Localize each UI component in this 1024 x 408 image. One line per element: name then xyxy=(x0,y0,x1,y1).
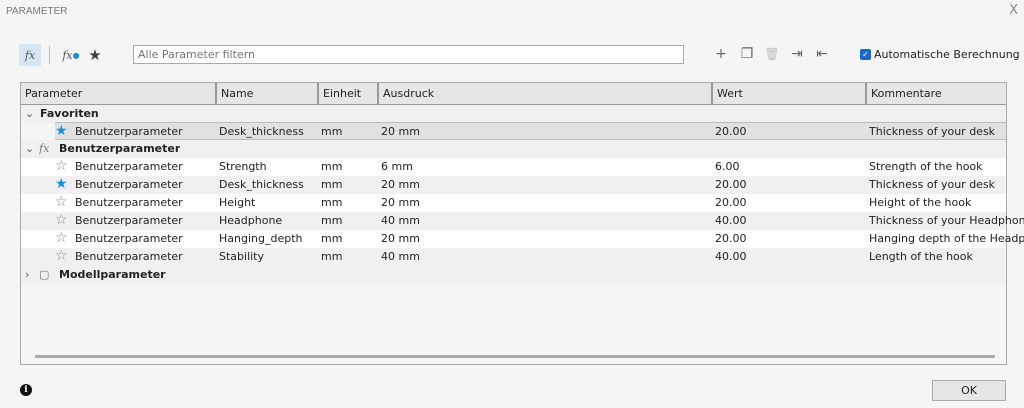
chevron-right-icon[interactable]: › xyxy=(25,266,29,284)
star-filled-icon[interactable]: ★ xyxy=(55,176,68,194)
cell-type: Benutzerparameter xyxy=(75,125,183,138)
cell-unit: mm xyxy=(321,160,343,173)
cell-comment: Length of the hook xyxy=(869,250,973,263)
cell-name: Hanging_depth xyxy=(219,232,303,245)
cell-comment: Thickness of your Headphone xyxy=(869,214,1024,227)
toolbar-divider xyxy=(49,46,50,64)
cell-expression[interactable]: 20 mm xyxy=(381,123,420,141)
cell-type: Benutzerparameter xyxy=(75,178,183,191)
table-row[interactable]: ☆ Benutzerparameter Hanging_depth mm 20 mm 20… xyxy=(21,230,1024,248)
star-outline-icon[interactable]: ☆ xyxy=(55,230,68,248)
star-outline-icon[interactable]: ☆ xyxy=(55,212,68,230)
cell-name: Headphone xyxy=(219,214,283,227)
cell-type: Benutzerparameter xyxy=(75,196,183,209)
group-model-parameters[interactable]: › ▢ Modellparameter xyxy=(21,266,1006,284)
parameter-table: Parameter Name Einheit Ausdruck Wert Kom… xyxy=(20,82,1024,365)
info-icon[interactable]: i xyxy=(20,384,32,396)
star-outline-icon[interactable]: ☆ xyxy=(55,194,68,212)
table-row[interactable]: ★ Benutzerparameter Desk_thickness mm 20 mm 2… xyxy=(21,176,1006,194)
model-cube-icon: ▢ xyxy=(39,268,50,281)
cell-value: 40.00 xyxy=(715,214,747,227)
group-label: Favoriten xyxy=(40,107,99,120)
user-parameters-filter-button[interactable]: fx ● xyxy=(60,44,82,66)
fx-all-parameters-button[interactable]: fx xyxy=(19,44,41,66)
cell-name: Strength xyxy=(219,160,267,173)
cell-unit: mm xyxy=(321,196,343,209)
fx-icon: fx xyxy=(39,142,50,155)
cell-type: Benutzerparameter xyxy=(75,250,183,263)
column-header-value[interactable]: Wert xyxy=(713,83,867,105)
cell-expression[interactable]: 40 mm xyxy=(381,212,420,230)
cell-value: 20.00 xyxy=(715,178,747,191)
cell-name: Desk_thickness xyxy=(219,178,304,191)
delete-icon[interactable]: 🗑 xyxy=(763,45,781,63)
fx-user-icon: fx xyxy=(62,48,73,62)
group-user-parameters[interactable]: ⌄ fx Benutzerparameter xyxy=(21,140,1006,158)
cell-comment: Thickness of your desk xyxy=(869,178,996,191)
cell-comment: Height of the hook xyxy=(869,196,972,209)
import-icon[interactable]: ⇥ xyxy=(788,45,806,63)
cell-name: Stability xyxy=(219,250,265,263)
star-outline-icon[interactable]: ☆ xyxy=(55,158,68,176)
cell-name: Desk_thickness xyxy=(219,125,304,138)
checkmark-icon: ✓ xyxy=(860,49,871,60)
cell-expression[interactable]: 20 mm xyxy=(381,194,420,212)
table-row[interactable]: ★ Benutzerparameter Desk_thickness mm 20 mm 2… xyxy=(55,122,1006,140)
table-header: Parameter Name Einheit Ausdruck Wert Kom… xyxy=(21,83,1006,105)
cell-unit: mm xyxy=(321,232,343,245)
column-header-parameter[interactable]: Parameter xyxy=(21,83,217,105)
window-title: PARAMETER xyxy=(6,6,68,17)
cell-unit: mm xyxy=(321,178,343,191)
filter-input[interactable] xyxy=(133,45,684,64)
add-icon[interactable]: + xyxy=(712,45,730,63)
group-label: Modellparameter xyxy=(59,268,166,281)
chevron-down-icon[interactable]: ⌄ xyxy=(25,105,34,123)
chevron-down-icon[interactable]: ⌄ xyxy=(25,140,34,158)
ok-button[interactable]: OK xyxy=(932,380,1006,401)
export-icon[interactable]: ⇤ xyxy=(813,45,831,63)
cell-name: Height xyxy=(219,196,256,209)
cell-expression[interactable]: 20 mm xyxy=(381,230,420,248)
star-outline-icon[interactable]: ☆ xyxy=(55,248,68,266)
column-header-name[interactable]: Name xyxy=(217,83,319,105)
cell-unit: mm xyxy=(321,125,343,138)
cell-unit: mm xyxy=(321,250,343,263)
cell-comment: Thickness of your desk xyxy=(869,125,996,138)
cell-value: 20.00 xyxy=(715,196,747,209)
group-favorites[interactable]: ⌄ Favoriten xyxy=(21,105,1006,123)
copy-icon[interactable]: ❐ xyxy=(738,45,756,63)
cell-expression[interactable]: 20 mm xyxy=(381,176,420,194)
favorites-filter-button[interactable]: ★ xyxy=(85,44,105,66)
column-header-comments[interactable]: Kommentare xyxy=(867,83,1006,105)
table-row[interactable]: ☆ Benutzerparameter Headphone mm 40 mm 40.00 T… xyxy=(21,212,1024,230)
cell-expression[interactable]: 6 mm xyxy=(381,158,413,176)
cell-type: Benutzerparameter xyxy=(75,160,183,173)
close-icon[interactable]: X xyxy=(1009,3,1018,18)
cell-type: Benutzerparameter xyxy=(75,232,183,245)
cell-type: Benutzerparameter xyxy=(75,214,183,227)
cell-value: 40.00 xyxy=(715,250,747,263)
cell-comment: Hanging depth of the Headphone xyxy=(869,232,1024,245)
auto-calc-checkbox[interactable]: ✓ Automatische Berechnung xyxy=(860,48,1020,61)
column-header-expression[interactable]: Ausdruck xyxy=(379,83,713,105)
horizontal-scrollbar[interactable] xyxy=(35,355,995,358)
group-label: Benutzerparameter xyxy=(59,142,181,155)
table-row[interactable]: ☆ Benutzerparameter Stability mm 40 mm 40.00 L… xyxy=(21,248,1006,266)
auto-calc-label: Automatische Berechnung xyxy=(874,48,1020,61)
cell-expression[interactable]: 40 mm xyxy=(381,248,420,266)
cell-value: 6.00 xyxy=(715,160,740,173)
cell-value: 20.00 xyxy=(715,125,747,138)
column-header-unit[interactable]: Einheit xyxy=(319,83,379,105)
cell-comment: Strength of the hook xyxy=(869,160,983,173)
table-row[interactable]: ☆ Benutzerparameter Strength mm 6 mm 6.00 Stre… xyxy=(21,158,1006,176)
cell-unit: mm xyxy=(321,214,343,227)
cell-value: 20.00 xyxy=(715,232,747,245)
star-filled-icon[interactable]: ★ xyxy=(55,123,68,141)
table-row[interactable]: ☆ Benutzerparameter Height mm 20 mm 20.00 Heig… xyxy=(21,194,1006,212)
